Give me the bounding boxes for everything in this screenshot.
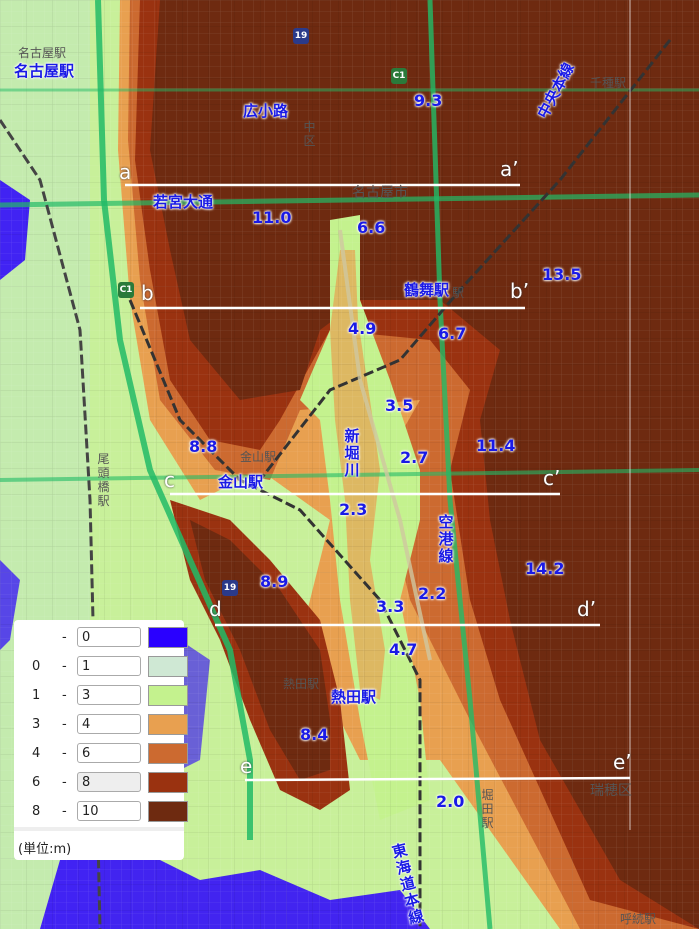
label-atsuta-station[interactable]: 熱田駅	[331, 686, 376, 707]
legend-to-input[interactable]: 10	[77, 801, 141, 821]
elevation-value: 13.5	[542, 265, 582, 284]
elevation-value: 2.7	[400, 448, 429, 467]
legend-to-input[interactable]: 0	[77, 627, 141, 647]
legend-swatch[interactable]	[148, 801, 188, 822]
legend-swatch[interactable]	[148, 743, 188, 764]
elevation-map[interactable]: 19 C1 C1 19 名古屋駅 千種駅 中区 名古屋市 駅 金山駅 尾頭橋駅 …	[0, 0, 699, 929]
section-label-a-prime: a’	[500, 157, 519, 181]
route-c1-label: C1	[392, 71, 406, 81]
section-label-c: c	[164, 468, 175, 492]
legend-dash: -	[62, 659, 67, 674]
legend-from: 4	[32, 746, 41, 761]
legend-row: 3 - 4	[14, 713, 188, 737]
route-c1-label: C1	[119, 285, 133, 295]
legend-to-input[interactable]: 4	[77, 714, 141, 734]
route-19-shield-south: 19	[222, 580, 238, 596]
section-label-e-prime: e’	[613, 750, 632, 774]
legend-row: 0 - 1	[14, 655, 188, 679]
elevation-value: 11.4	[476, 436, 516, 455]
base-label-kanayama: 金山駅	[240, 450, 277, 464]
base-label-otobashi: 尾頭橋駅	[97, 452, 110, 508]
route-c1-shield-north: C1	[391, 68, 407, 84]
legend-to-input[interactable]: 3	[77, 685, 141, 705]
legend-from: 3	[32, 717, 41, 732]
section-label-e: e	[240, 754, 253, 778]
legend-from: 8	[32, 804, 41, 819]
elevation-value: 11.0	[252, 208, 292, 227]
route-19-shield-north: 19	[293, 28, 309, 44]
elevation-legend: - 0 0 - 1 1 - 3 3 - 4 4 - 6 6 - 8 8 - 10	[14, 620, 188, 860]
legend-swatch[interactable]	[148, 772, 188, 793]
legend-row: 8 - 10	[14, 800, 188, 824]
legend-swatch[interactable]	[148, 714, 188, 735]
legend-dash: -	[62, 746, 67, 761]
legend-dash: -	[62, 688, 67, 703]
elevation-value: 6.6	[357, 218, 386, 237]
elevation-value: 8.8	[189, 437, 218, 456]
elevation-value: 2.3	[339, 500, 368, 519]
base-label-mizuho: 瑞穂区	[590, 783, 632, 799]
legend-swatch[interactable]	[148, 627, 188, 648]
elevation-value: 4.9	[348, 319, 377, 338]
legend-divider	[14, 827, 184, 831]
base-label-atsuta: 熱田駅	[283, 677, 320, 691]
legend-from: 1	[32, 688, 41, 703]
elevation-value: 8.4	[300, 725, 329, 744]
legend-swatch[interactable]	[148, 656, 188, 677]
label-kanayama-station[interactable]: 金山駅	[218, 471, 263, 492]
legend-to-input[interactable]: 1	[77, 656, 141, 676]
section-label-a: a	[119, 160, 132, 184]
section-label-c-prime: c’	[543, 466, 561, 490]
base-label-nagoya-city: 名古屋市	[352, 185, 408, 201]
route-c1-shield-west: C1	[118, 282, 134, 298]
base-label-chikusa: 千種駅	[590, 76, 627, 90]
legend-dash: -	[62, 717, 67, 732]
legend-row: 4 - 6	[14, 742, 188, 766]
route-19-label: 19	[294, 31, 308, 41]
label-tsurumai-station[interactable]: 鶴舞駅	[404, 279, 449, 300]
base-label-naka-ku: 中区	[303, 120, 316, 148]
section-label-d-prime: d’	[577, 597, 597, 621]
elevation-value: 9.3	[414, 91, 443, 110]
elevation-value: 2.0	[436, 792, 465, 811]
legend-unit: (単位:m)	[18, 842, 72, 857]
legend-to-input[interactable]: 6	[77, 743, 141, 763]
legend-to-input[interactable]: 8	[77, 772, 141, 792]
legend-dash: -	[62, 630, 67, 645]
legend-row: 6 - 8	[14, 771, 188, 795]
base-label-horita: 堀田駅	[481, 788, 494, 830]
label-wakamiya-odori[interactable]: 若宮大通	[153, 191, 213, 212]
elevation-value: 8.9	[260, 572, 289, 591]
base-label-nagoya-station: 名古屋駅	[18, 46, 67, 60]
elevation-value: 3.3	[376, 597, 405, 616]
section-label-b: b	[141, 281, 154, 305]
base-label-yobitsugi: 呼続駅	[620, 912, 657, 926]
label-hirokoji[interactable]: 広小路	[243, 100, 288, 121]
legend-swatch[interactable]	[148, 685, 188, 706]
route-19-label: 19	[223, 583, 237, 593]
legend-row: 1 - 3	[14, 684, 188, 708]
label-shinhorikawa[interactable]: 新堀川	[344, 428, 360, 479]
elevation-value: 4.7	[389, 640, 418, 659]
legend-from: 6	[32, 775, 41, 790]
legend-dash: -	[62, 775, 67, 790]
elevation-value: 6.7	[438, 324, 467, 343]
legend-row: - 0	[14, 626, 188, 650]
base-label-eki: 駅	[452, 286, 465, 300]
section-label-d: d	[209, 597, 222, 621]
label-nagoya-station[interactable]: 名古屋駅	[14, 60, 74, 81]
section-label-b-prime: b’	[510, 279, 530, 303]
legend-dash: -	[62, 804, 67, 819]
elevation-value: 2.2	[418, 584, 447, 603]
label-kuko-line[interactable]: 空港線	[438, 514, 454, 565]
elevation-value: 14.2	[525, 559, 565, 578]
elevation-value: 3.5	[385, 396, 414, 415]
legend-from: 0	[32, 659, 41, 674]
